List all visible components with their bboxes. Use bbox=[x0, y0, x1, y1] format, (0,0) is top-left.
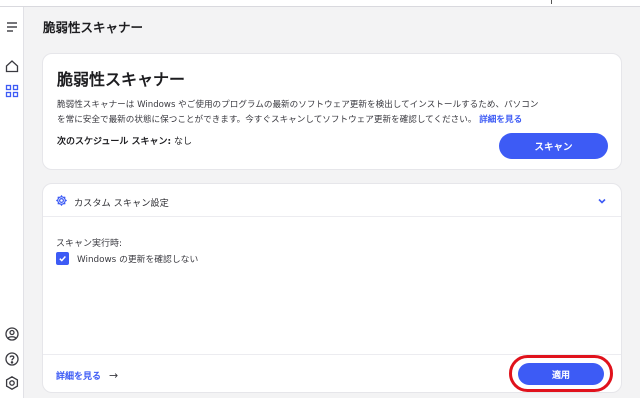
menu-icon[interactable] bbox=[4, 19, 20, 35]
custom-scan-footer: 詳細を見る → 適用 bbox=[43, 354, 621, 393]
footer-learn-more-link[interactable]: 詳細を見る → bbox=[56, 369, 118, 382]
apply-button[interactable]: 適用 bbox=[518, 363, 604, 385]
page-title: 脆弱性スキャナー bbox=[43, 20, 144, 35]
schedule-label: 次のスケジュール スキャン: bbox=[57, 137, 172, 147]
home-icon[interactable] bbox=[4, 58, 20, 74]
custom-scan-header[interactable]: カスタム スキャン設定 bbox=[43, 184, 621, 217]
description-line-2: を常に安全で最新の状態に保つことができます。今すぐスキャンしてソフトウェア更新を… bbox=[57, 115, 477, 125]
hero-description: 脆弱性スキャナーは Windows やご使用のプログラムの最新のソフトウェア更新… bbox=[57, 98, 613, 128]
apply-highlight-ring: 適用 bbox=[509, 355, 613, 392]
custom-scan-title: カスタム スキャン設定 bbox=[74, 198, 169, 209]
scanner-hero-card: 脆弱性スキャナー 脆弱性スキャナーは Windows やご使用のプログラムの最新… bbox=[42, 53, 622, 170]
custom-scan-settings-card: カスタム スキャン設定 スキャン実行時: Windows の更新を確認しない 詳… bbox=[42, 183, 622, 393]
scan-button[interactable]: スキャン bbox=[499, 133, 608, 159]
hero-title: 脆弱性スキャナー bbox=[57, 70, 186, 89]
learn-more-link[interactable]: 詳細を見る bbox=[479, 115, 522, 125]
scan-exec-label: スキャン実行時: bbox=[56, 239, 123, 249]
top-tick bbox=[551, 0, 552, 4]
checkbox-label: Windows の更新を確認しない bbox=[77, 255, 199, 265]
checkbox-checked[interactable] bbox=[56, 252, 69, 265]
arrow-right-icon: → bbox=[109, 369, 119, 382]
window-top-strip bbox=[0, 0, 640, 7]
description-line-1: 脆弱性スキャナーは Windows やご使用のプログラムの最新のソフトウェア更新… bbox=[57, 100, 539, 110]
apps-icon[interactable] bbox=[4, 83, 20, 99]
account-icon[interactable] bbox=[4, 326, 20, 342]
schedule-value: なし bbox=[173, 137, 192, 147]
gear-icon bbox=[55, 194, 68, 207]
skip-windows-update-option[interactable]: Windows の更新を確認しない bbox=[56, 252, 198, 265]
settings-icon[interactable] bbox=[4, 375, 20, 391]
footer-learn-more-label[interactable]: 詳細を見る bbox=[56, 369, 101, 382]
chevron-down-icon[interactable] bbox=[596, 195, 608, 207]
next-scheduled-scan: 次のスケジュール スキャン: なし bbox=[57, 134, 192, 147]
sidebar-rail bbox=[0, 7, 24, 398]
help-icon[interactable] bbox=[4, 351, 20, 367]
